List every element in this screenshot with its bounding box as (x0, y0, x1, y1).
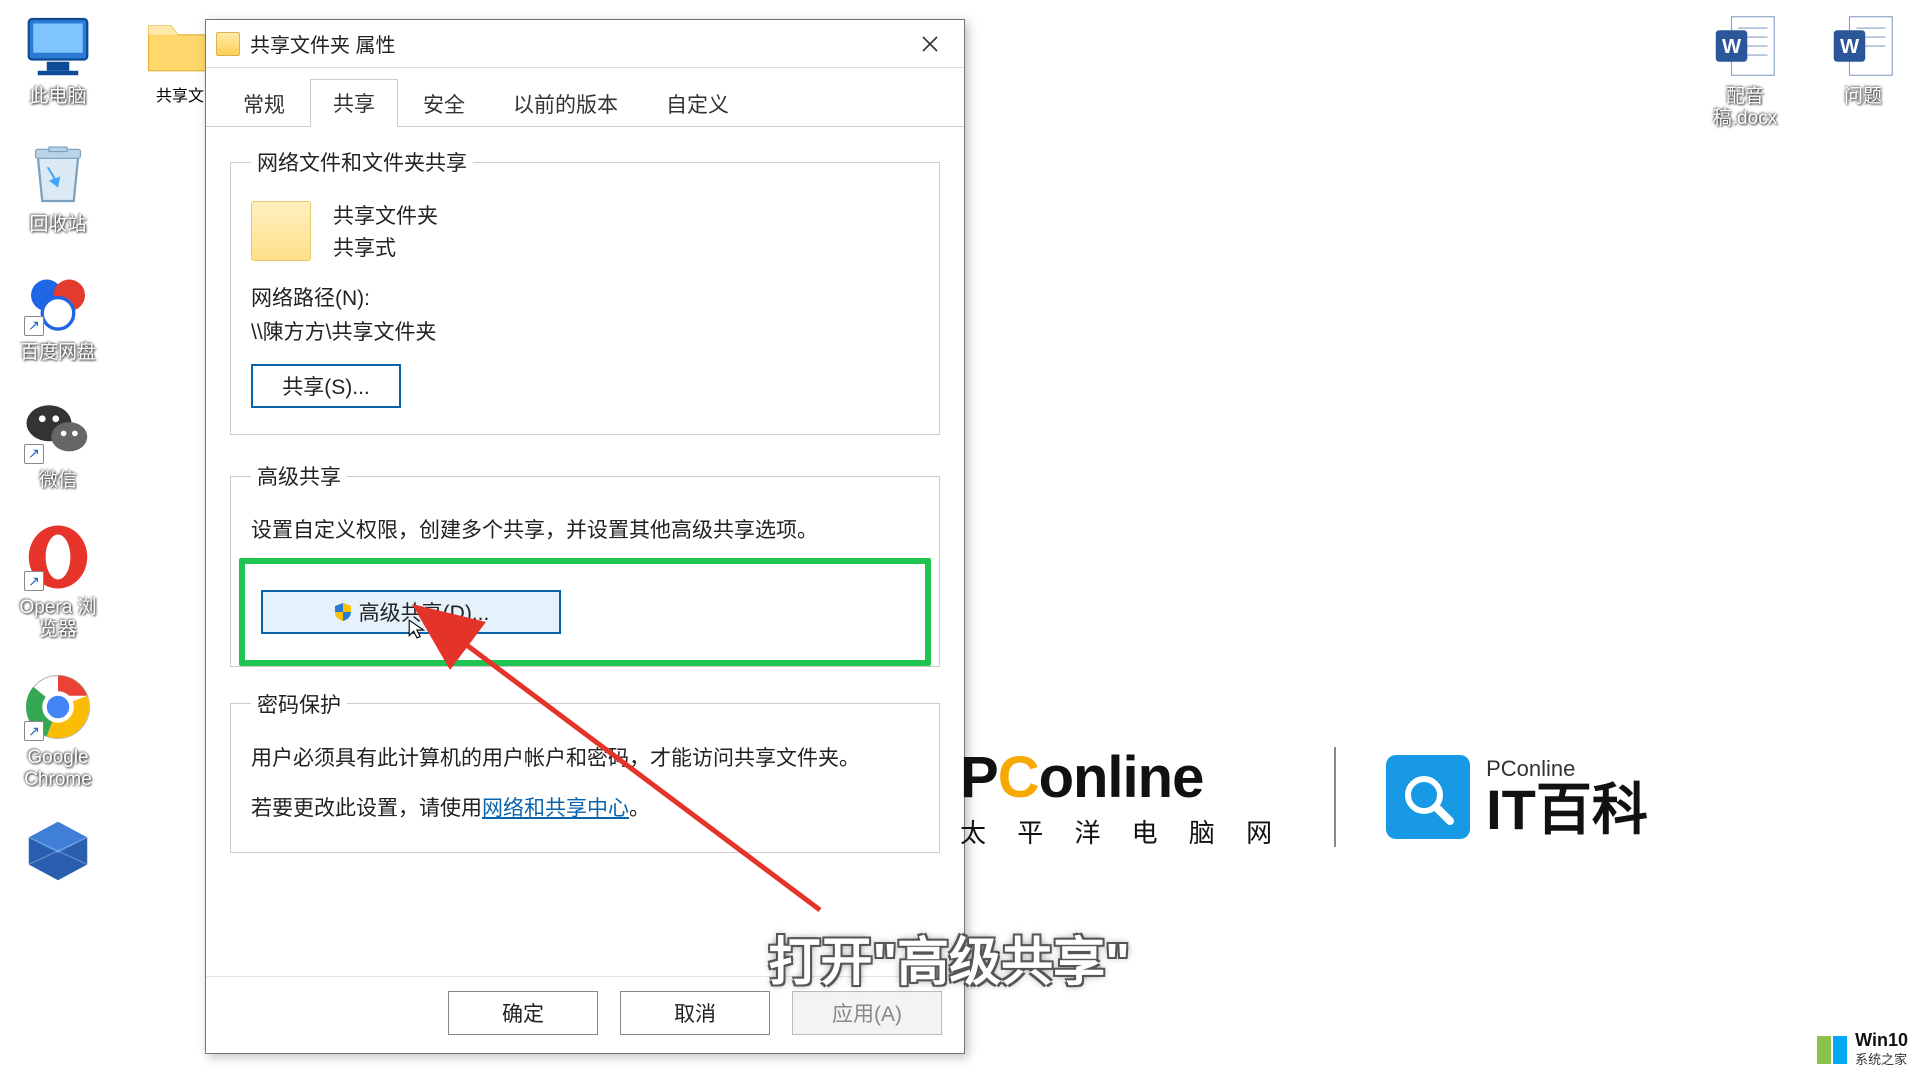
brand-separator (1334, 747, 1336, 847)
uac-shield-icon (333, 602, 353, 622)
cancel-button-label: 取消 (674, 998, 716, 1028)
advanced-desc: 设置自定义权限，创建多个共享，并设置其他高级共享选项。 (251, 515, 919, 548)
shortcut-arrow-icon: ↗ (24, 444, 44, 464)
apply-button[interactable]: 应用(A) (792, 991, 942, 1035)
share-button[interactable]: 共享(S)... (251, 364, 401, 408)
section-network-legend: 网络文件和文件夹共享 (251, 147, 473, 177)
desktop-icons-right: W 配音稿.docx W 问题 (1700, 10, 1910, 130)
itbk-logo-icon (1386, 755, 1470, 839)
tab-security[interactable]: 安全 (400, 80, 488, 127)
desktop-icon-this-pc[interactable]: 此电脑 (13, 10, 103, 108)
share-button-label: 共享(S)... (282, 371, 370, 401)
desktop-label-word-doc-2: 问题 (1844, 86, 1882, 108)
svg-text:W: W (1722, 36, 1742, 58)
section-network-sharing: 网络文件和文件夹共享 共享文件夹 共享式 网络路径(N): \\陳方方\共享文件… (230, 147, 940, 435)
cancel-button[interactable]: 取消 (620, 991, 770, 1035)
tab-customize[interactable]: 自定义 (643, 80, 752, 127)
folder-thumb-icon (251, 201, 311, 261)
properties-dialog: 共享文件夹 属性 常规 共享 安全 以前的版本 自定义 网络文件和文件夹共享 共… (205, 19, 965, 1054)
apply-button-label: 应用(A) (832, 998, 902, 1028)
section-password-protection: 密码保护 用户必须具有此计算机的用户帐户和密码，才能访问共享文件夹。 若要更改此… (230, 689, 940, 853)
desktop-label-this-pc: 此电脑 (29, 86, 86, 108)
folder-name: 共享文件夹 (333, 201, 438, 233)
dialog-title: 共享文件夹 属性 (250, 29, 906, 58)
desktop-label-wechat: 微信 (39, 470, 77, 492)
desktop-label-baidu-netdisk: 百度网盘 (20, 342, 96, 364)
desktop-icon-baidu-netdisk[interactable]: ↗ 百度网盘 (13, 266, 103, 364)
password-line2: 若要更改此设置，请使用网络和共享中心。 (251, 793, 919, 826)
password-line2-prefix: 若要更改此设置，请使用 (251, 797, 482, 820)
desktop-label-word-doc-1: 配音稿.docx (1700, 86, 1790, 130)
win10-subtext: 系统之家 (1855, 1049, 1908, 1068)
this-pc-icon (22, 10, 94, 82)
tab-general[interactable]: 常规 (220, 80, 308, 127)
word-doc-icon: W (1709, 10, 1781, 82)
advanced-sharing-button-label: 高级共享(D)... (359, 597, 490, 627)
desktop-icon-opera[interactable]: ↗ Opera 浏览器 (13, 521, 103, 641)
itbk-text: IT百科 (1486, 782, 1648, 838)
tab-previous-versions-label: 以前的版本 (513, 94, 618, 117)
app-icon (22, 815, 94, 887)
password-line2-suffix: 。 (629, 797, 650, 820)
win10-watermark: Win10 系统之家 (1817, 1031, 1908, 1068)
folder-shared-status: 共享式 (333, 233, 438, 265)
tab-sharing-label: 共享 (333, 93, 375, 116)
network-sharing-center-link[interactable]: 网络和共享中心 (482, 797, 629, 820)
ok-button[interactable]: 确定 (448, 991, 598, 1035)
word-doc-icon: W (1827, 10, 1899, 82)
tab-general-label: 常规 (243, 94, 285, 117)
win10-logo-icon (1817, 1036, 1847, 1064)
desktop-icon-chrome[interactable]: ↗ Google Chrome (13, 671, 103, 791)
shortcut-arrow-icon: ↗ (24, 571, 44, 591)
password-line1: 用户必须具有此计算机的用户帐户和密码，才能访问共享文件夹。 (251, 743, 919, 776)
desktop-icon-wechat[interactable]: ↗ 微信 (13, 394, 103, 492)
desktop-label-shared-folder: 共享文 (156, 82, 204, 106)
desktop-icon-unknown-blue[interactable] (13, 815, 103, 891)
close-icon (921, 35, 939, 53)
highlight-box: 高级共享(D)... (239, 558, 931, 666)
desktop-icon-recycle-bin[interactable]: 回收站 (13, 138, 103, 236)
itbk-small-text: PConline (1486, 756, 1648, 782)
network-path-label: 网络路径(N): (251, 282, 919, 312)
tab-sharing[interactable]: 共享 (310, 79, 398, 127)
tab-previous-versions[interactable]: 以前的版本 (490, 80, 641, 127)
section-password-legend: 密码保护 (251, 689, 347, 719)
desktop-icon-word-doc-1[interactable]: W 配音稿.docx (1700, 10, 1790, 130)
dialog-tabs: 常规 共享 安全 以前的版本 自定义 (206, 68, 964, 127)
desktop-icon-word-doc-2[interactable]: W 问题 (1818, 10, 1908, 130)
ok-button-label: 确定 (502, 998, 544, 1028)
tab-security-label: 安全 (423, 94, 465, 117)
dialog-content: 网络文件和文件夹共享 共享文件夹 共享式 网络路径(N): \\陳方方\共享文件… (206, 127, 964, 976)
advanced-sharing-button[interactable]: 高级共享(D)... (261, 590, 561, 634)
desktop-label-chrome: Google Chrome (13, 747, 103, 791)
close-button[interactable] (906, 24, 954, 64)
pconline-logo-text: PConline (960, 744, 1284, 811)
tab-customize-label: 自定义 (666, 94, 729, 117)
desktop-label-opera: Opera 浏览器 (13, 597, 103, 641)
folder-icon (216, 32, 240, 56)
recycle-bin-icon (22, 138, 94, 210)
desktop-icons-left: 此电脑 回收站 ↗ 百度网盘 ↗ 微信 ↗ Opera 浏览器 ↗ Google (8, 10, 108, 891)
shortcut-arrow-icon: ↗ (24, 316, 44, 336)
section-advanced-legend: 高级共享 (251, 461, 347, 491)
network-path-value: \\陳方方\共享文件夹 (251, 316, 919, 346)
desktop-label-recycle-bin: 回收站 (29, 214, 86, 236)
pconline-subtitle: 太 平 洋 电 脑 网 (960, 813, 1284, 850)
svg-text:W: W (1840, 36, 1860, 58)
shortcut-arrow-icon: ↗ (24, 721, 44, 741)
win10-text: Win10 (1855, 1031, 1908, 1049)
brand-watermark: PConline 太 平 洋 电 脑 网 PConline IT百科 (960, 744, 1648, 850)
section-advanced-sharing: 高级共享 设置自定义权限，创建多个共享，并设置其他高级共享选项。 高级共享(D)… (230, 461, 940, 667)
dialog-titlebar[interactable]: 共享文件夹 属性 (206, 20, 964, 68)
dialog-footer: 确定 取消 应用(A) (206, 976, 964, 1053)
